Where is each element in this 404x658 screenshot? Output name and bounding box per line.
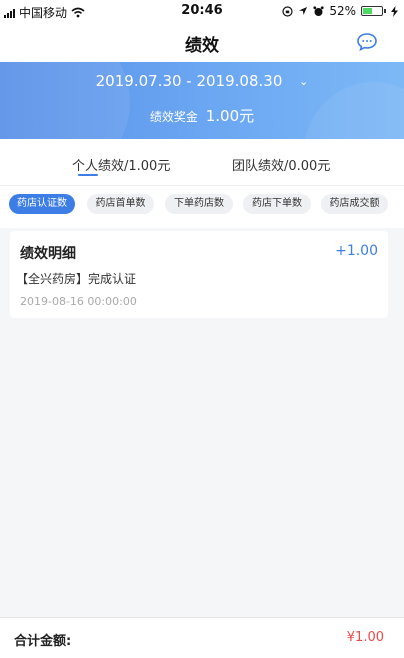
chat-bubble-icon[interactable] [356, 31, 378, 53]
status-bar: 中国移动 20:46 52% [0, 0, 404, 22]
date-range-text: 2019.07.30 - 2019.08.30 [95, 72, 283, 90]
total-label: 合计金额: [14, 634, 72, 649]
lock-rotation-icon [282, 5, 293, 17]
total-footer: 合计金额: ¥1.00 [0, 617, 404, 658]
chip-pharmacy-orders[interactable]: 药店下单数 [243, 194, 311, 214]
page-title: 绩效 [185, 36, 219, 56]
location-icon [299, 7, 308, 15]
performance-detail-card[interactable]: 绩效明细 +1.00 【全兴药房】完成认证 2019-08-16 00:00:0… [10, 231, 388, 318]
alarm-icon [313, 5, 324, 16]
charging-icon [391, 5, 398, 17]
performance-header: 2019.07.30 - 2019.08.30 ⌄ 绩效奖金 1.00元 [0, 62, 404, 139]
total-value: ¥1.00 [346, 630, 384, 645]
tab-team-performance[interactable]: 团队绩效/0.00元 [232, 155, 330, 174]
card-timestamp: 2019-08-16 00:00:00 [20, 295, 137, 308]
tab-personal-performance[interactable]: 个人绩效/1.00元 [72, 155, 170, 174]
chevron-down-icon: ⌄ [299, 75, 309, 88]
battery-percent: 52% [329, 4, 356, 18]
card-title: 绩效明细 [20, 246, 76, 262]
chip-pharmacy-first-orders[interactable]: 药店首单数 [87, 194, 154, 214]
bonus-summary: 绩效奖金 1.00元 [0, 105, 404, 126]
battery-cap [384, 9, 386, 13]
chip-pharmacy-turnover[interactable]: 药店成交额 [321, 194, 388, 214]
active-tab-indicator [78, 174, 98, 176]
card-description: 【全兴药房】完成认证 [16, 272, 137, 286]
chip-pharmacy-certifications[interactable]: 药店认证数 [9, 194, 75, 214]
metric-filter-chips: 药店认证数 药店首单数 下单药店数 药店下单数 药店成交额 [0, 185, 404, 228]
date-range-selector[interactable]: 2019.07.30 - 2019.08.30 ⌄ [0, 72, 404, 90]
nav-bar: 绩效 [0, 22, 404, 62]
battery-icon [361, 6, 383, 16]
status-right: 52% [282, 4, 398, 18]
chip-ordering-pharmacies[interactable]: 下单药店数 [165, 194, 233, 214]
card-amount: +1.00 [335, 243, 378, 259]
performance-tabs: 个人绩效/1.00元 团队绩效/0.00元 [0, 139, 404, 185]
bonus-label: 绩效奖金 [149, 110, 198, 124]
bonus-value: 1.00元 [205, 107, 255, 125]
